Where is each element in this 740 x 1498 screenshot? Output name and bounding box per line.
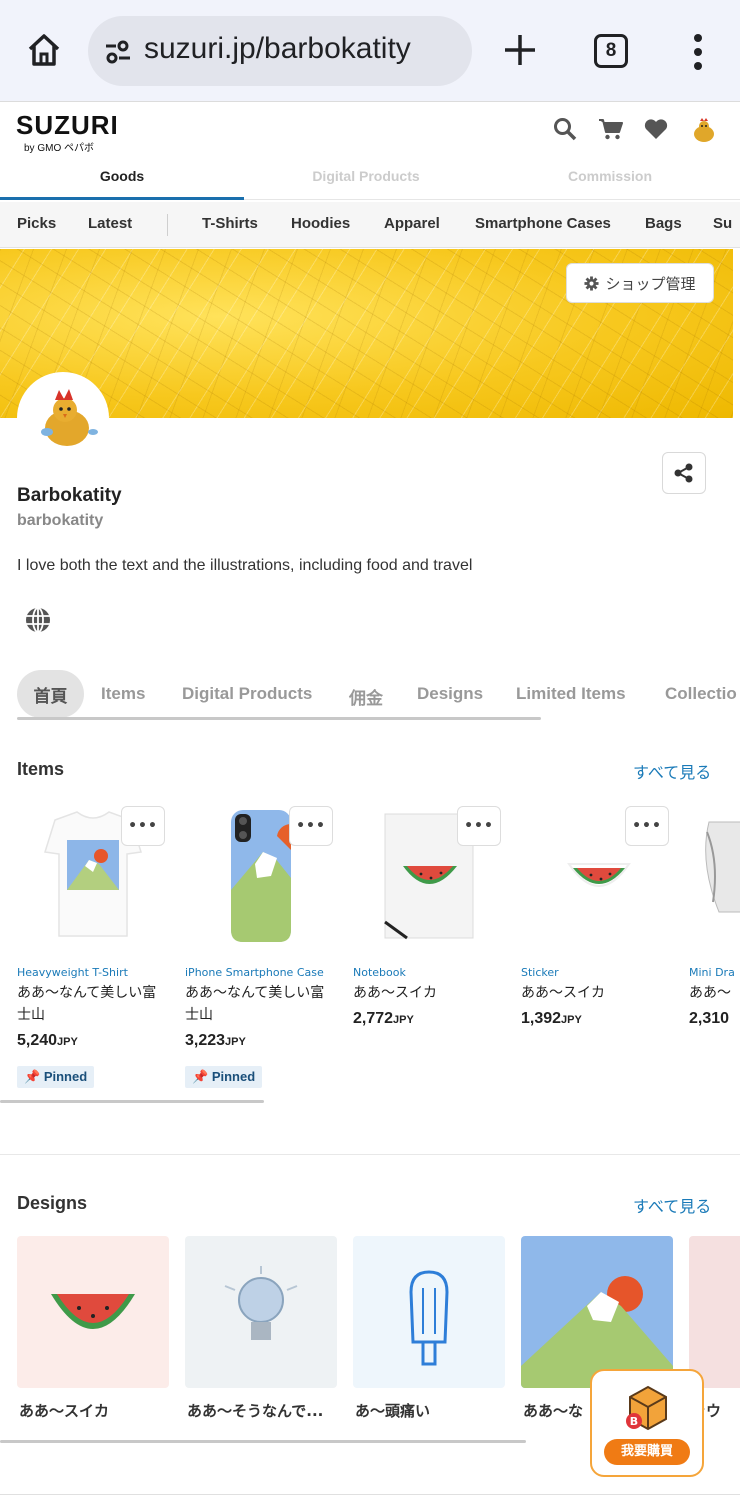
site-settings-icon[interactable] — [104, 38, 132, 66]
design-title: ああ〜そうなんで... — [187, 1402, 324, 1420]
shop-tab-limited-items[interactable]: Limited Items — [516, 684, 626, 704]
items-scrollbar[interactable] — [0, 1100, 264, 1103]
shop-tabs-scrollbar[interactable] — [17, 717, 541, 720]
home-icon[interactable] — [24, 30, 64, 70]
items-carousel: ••• Heavyweight T-Shirt ああ〜なんて美しい富士山 5,2… — [0, 802, 740, 1092]
item-type: iPhone Smartphone Case — [185, 966, 324, 979]
drawstring-bag-product-image — [705, 821, 740, 913]
tab-switcher-button[interactable]: 8 — [594, 34, 628, 68]
mount-fuji-design-image — [521, 1236, 673, 1388]
item-price: 5,240JPY — [17, 1032, 78, 1049]
main-tabs: Goods Digital Products Commission — [0, 158, 740, 200]
item-type: Notebook — [353, 966, 406, 979]
shopping-box-icon: B — [626, 1385, 667, 1431]
shop-tab-designs[interactable]: Designs — [417, 684, 483, 704]
item-more-button[interactable]: ••• — [457, 806, 501, 846]
item-type: Mini Dra — [689, 966, 735, 979]
shop-handle: barbokatity — [17, 512, 104, 529]
shop-avatar[interactable] — [17, 372, 109, 464]
bottom-divider — [0, 1494, 740, 1495]
item-price: 2,772JPY — [353, 1010, 414, 1027]
shop-tab-digital-products[interactable]: Digital Products — [182, 684, 312, 704]
category-hoodies[interactable]: Hoodies — [291, 215, 350, 232]
design-card[interactable]: ああ〜スイカ — [17, 1236, 169, 1420]
shop-bio: I love both the text and the illustratio… — [17, 557, 473, 574]
shop-tabs: 首頁 Items Digital Products 佣金 Designs Lim… — [0, 670, 740, 722]
item-name: ああ〜スイカ — [353, 985, 437, 1001]
shop-tab-commission[interactable]: 佣金 — [349, 684, 383, 709]
category-latest[interactable]: Latest — [88, 215, 132, 232]
category-apparel[interactable]: Apparel — [384, 215, 440, 232]
chicken-avatar-icon — [41, 389, 98, 446]
tab-digital-products[interactable]: Digital Products — [244, 168, 488, 184]
category-more[interactable]: Su — [713, 215, 732, 232]
shop-name: Barbokatity — [17, 485, 122, 506]
designs-see-all-link[interactable]: すべて見る — [633, 1193, 711, 1217]
items-see-all-link[interactable]: すべて見る — [633, 759, 711, 783]
new-tab-icon[interactable] — [500, 30, 540, 70]
design-title: ああ〜スイカ — [19, 1402, 110, 1420]
item-type: Heavyweight T-Shirt — [17, 966, 128, 979]
active-tab-indicator — [0, 197, 244, 200]
lightbulb-design-image — [185, 1236, 337, 1388]
item-name: ああ〜スイカ — [521, 985, 605, 1001]
item-price: 1,392JPY — [521, 1010, 582, 1027]
item-name: ああ〜 — [689, 985, 731, 1001]
buy-badge-button[interactable]: B 我要購買 — [590, 1369, 704, 1477]
shop-manage-button[interactable]: ショップ管理 — [566, 263, 714, 303]
suzuri-logo[interactable]: SUZURI by GMO ペパボ — [16, 112, 119, 154]
category-nav: Picks Latest T-Shirts Hoodies Apparel Sm… — [0, 202, 740, 248]
category-smartphone-cases[interactable]: Smartphone Cases — [475, 215, 611, 232]
designs-scrollbar[interactable] — [0, 1440, 526, 1443]
design-card[interactable]: あ〜頭痛い — [353, 1236, 505, 1420]
user-avatar-icon[interactable] — [690, 116, 718, 144]
item-name: ああ〜なんて美しい富士山 — [185, 985, 325, 1023]
category-divider — [167, 214, 168, 236]
designs-section-title: Designs — [17, 1193, 88, 1213]
shop-tab-items[interactable]: Items — [101, 684, 145, 704]
items-section-title: Items — [17, 759, 65, 779]
address-bar[interactable]: suzuri.jp/barbokatity — [88, 16, 472, 86]
more-options-icon[interactable] — [688, 32, 708, 72]
globe-icon[interactable] — [24, 606, 52, 634]
category-picks[interactable]: Picks — [17, 215, 56, 232]
item-price: 2,310 — [689, 1010, 730, 1027]
item-more-button[interactable]: ••• — [289, 806, 333, 846]
shop-tab-home[interactable]: 首頁 — [17, 670, 84, 718]
item-more-button[interactable]: ••• — [121, 806, 165, 846]
category-bags[interactable]: Bags — [645, 215, 682, 232]
tab-goods[interactable]: Goods — [0, 168, 244, 184]
design-card[interactable]: ああ〜そうなんで... — [185, 1236, 337, 1420]
cart-icon[interactable] — [598, 116, 624, 142]
item-type: Sticker — [521, 966, 559, 979]
buy-badge-label: 我要購買 — [604, 1439, 690, 1465]
item-name: ああ〜なんて美しい富士山 — [17, 985, 157, 1023]
search-icon[interactable] — [552, 116, 578, 142]
section-divider — [0, 1154, 740, 1155]
shop-manage-label: ショップ管理 — [605, 274, 696, 293]
gear-icon — [584, 275, 600, 291]
share-button[interactable] — [662, 452, 706, 494]
url-text: suzuri.jp/barbokatity — [144, 32, 411, 65]
design-card[interactable]: ラウ — [689, 1236, 740, 1420]
share-icon — [674, 463, 693, 483]
tab-commission[interactable]: Commission — [488, 168, 732, 184]
popsicle-design-image — [353, 1236, 505, 1388]
watermelon-design-image — [17, 1236, 169, 1388]
item-more-button[interactable]: ••• — [625, 806, 669, 846]
design-title: あ〜頭痛い — [355, 1402, 431, 1420]
category-tshirts[interactable]: T-Shirts — [202, 215, 258, 232]
browser-toolbar: suzuri.jp/barbokatity 8 — [0, 0, 740, 102]
badge-letter: B — [630, 1415, 638, 1428]
item-price: 3,223JPY — [185, 1032, 246, 1049]
design-image — [689, 1236, 740, 1388]
pinned-badge: 📌 Pinned — [17, 1066, 95, 1088]
shop-tab-collections[interactable]: Collectio — [665, 684, 737, 704]
pinned-badge: 📌 Pinned — [185, 1066, 263, 1088]
favorites-icon[interactable] — [643, 116, 669, 142]
